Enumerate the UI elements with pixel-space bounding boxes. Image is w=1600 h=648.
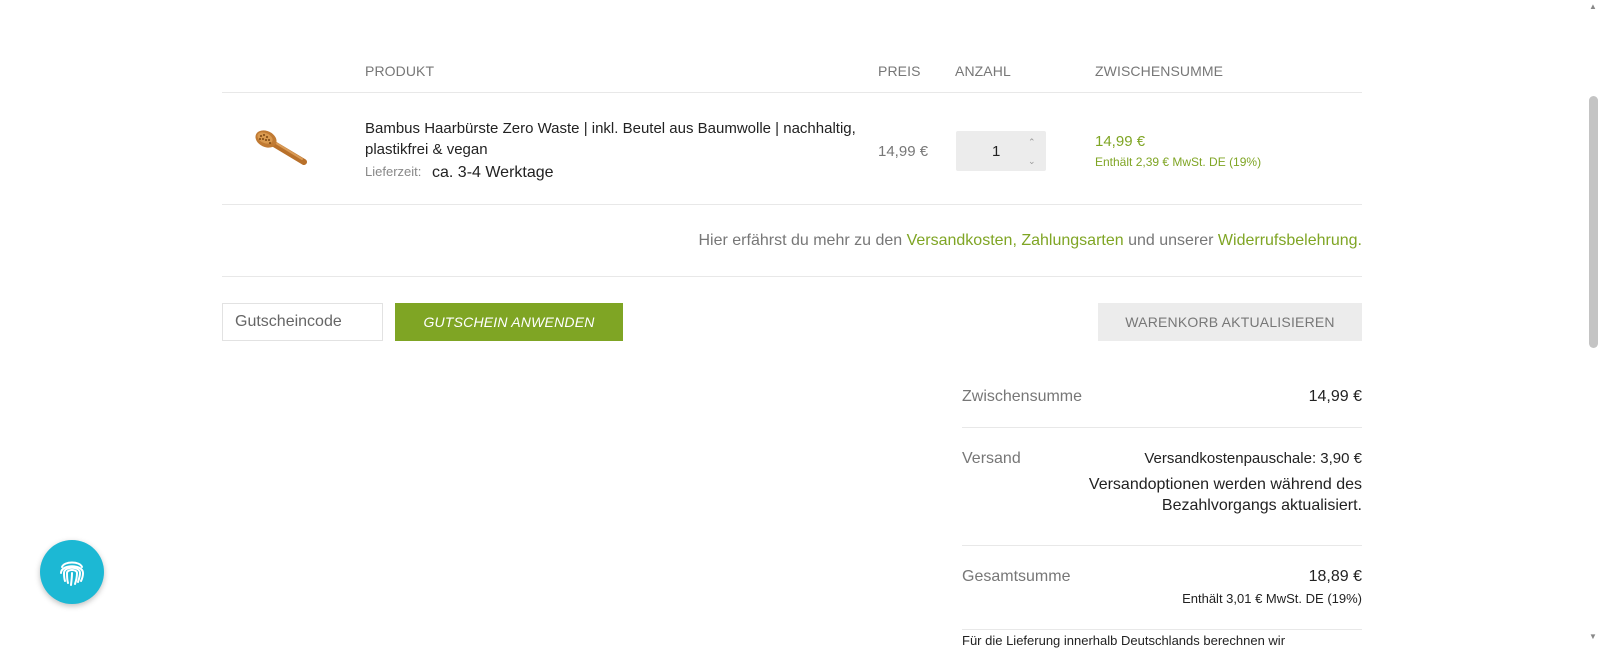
- coupon-code-input[interactable]: [222, 303, 383, 341]
- totals-grand-label: Gesamtsumme: [962, 568, 1071, 585]
- unit-price: 14,99 €: [878, 143, 929, 160]
- header-produkt: PRODUKT: [365, 63, 435, 79]
- product-image[interactable]: [252, 128, 308, 168]
- divider: [962, 629, 1362, 630]
- totals-subtotal-label: Zwischensumme: [962, 388, 1083, 405]
- privacy-settings-button[interactable]: [40, 540, 104, 604]
- shipping-costs-link[interactable]: Versandkosten: [907, 232, 1013, 249]
- chevron-down-icon[interactable]: ⌄: [1028, 157, 1036, 166]
- shipping-info-text: Für die Lieferung innerhalb Deutschlands…: [962, 633, 1286, 648]
- payment-methods-link[interactable]: Zahlungsarten: [1021, 232, 1123, 249]
- shipping-note: Versandoptionen werden während des Bezah…: [1088, 476, 1362, 514]
- divider: [962, 545, 1362, 546]
- legal-info-line: Hier erfährst du mehr zu den Versandkost…: [699, 232, 1363, 250]
- info-prefix: Hier erfährst du mehr zu den: [698, 232, 907, 249]
- shipping-rate: Versandkostenpauschale: 3,90 €: [1144, 450, 1362, 467]
- line-subtotal: 14,99 €: [1095, 133, 1146, 150]
- chevron-up-icon[interactable]: ⌃: [1028, 138, 1036, 147]
- scrollbar-thumb[interactable]: [1589, 96, 1598, 348]
- quantity-input[interactable]: 1: [992, 143, 1000, 160]
- hairbrush-image: [255, 130, 307, 165]
- totals-grand-tax: Enthält 3,01 € MwSt. DE (19%): [1182, 591, 1362, 606]
- totals-grand-value: 18,89 €: [1308, 568, 1362, 585]
- withdrawal-link[interactable]: Widerrufsbelehrung.: [1218, 232, 1362, 249]
- scroll-up-arrow-icon[interactable]: ▲: [1589, 2, 1597, 11]
- divider: [962, 427, 1362, 428]
- delivery-label: Lieferzeit:: [365, 164, 422, 179]
- delivery-value: ca. 3-4 Werktage: [432, 164, 554, 181]
- header-preis: PREIS: [878, 63, 921, 79]
- update-cart-button[interactable]: WARENKORB AKTUALISIEREN: [1098, 303, 1362, 341]
- totals-subtotal-value: 14,99 €: [1308, 388, 1362, 405]
- scroll-down-arrow-icon[interactable]: ▼: [1589, 632, 1597, 641]
- apply-coupon-button[interactable]: GUTSCHEIN ANWENDEN: [395, 303, 623, 341]
- info-comma: ,: [1012, 232, 1022, 249]
- fingerprint-icon: [60, 561, 85, 586]
- product-title-link[interactable]: Bambus Haarbürste Zero Waste | inkl. Beu…: [365, 118, 865, 160]
- line-subtotal-tax: Enthält 2,39 € MwSt. DE (19%): [1095, 155, 1262, 169]
- divider: [222, 204, 1362, 205]
- info-middle: und unserer: [1123, 232, 1218, 249]
- divider: [222, 92, 1362, 93]
- header-zwischensumme: ZWISCHENSUMME: [1095, 63, 1224, 79]
- totals-shipping-label: Versand: [962, 450, 1021, 467]
- divider: [222, 276, 1362, 277]
- header-anzahl: ANZAHL: [955, 63, 1011, 79]
